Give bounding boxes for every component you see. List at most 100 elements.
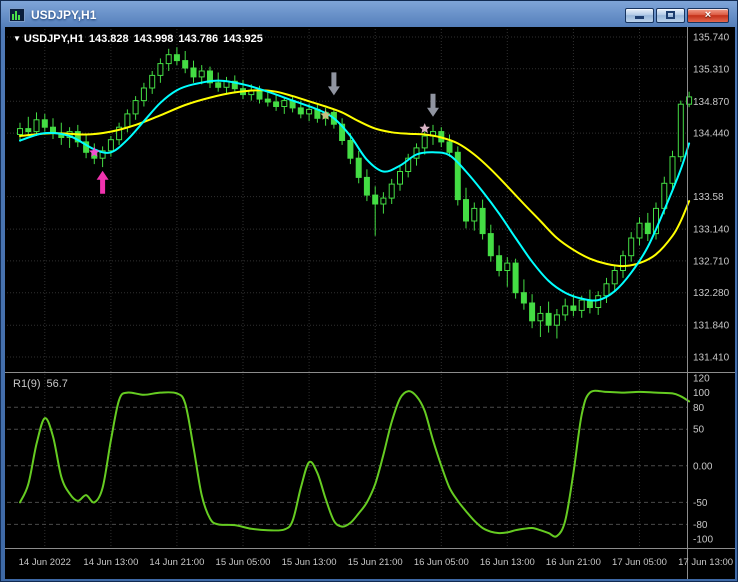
indicator-axis-label: 0.00 <box>693 461 713 472</box>
time-axis-label: 16 Jun 13:00 <box>480 557 535 568</box>
candle-body <box>570 305 577 311</box>
time-axis-label: 17 Jun 05:00 <box>612 557 667 568</box>
candle-body <box>578 299 585 311</box>
price-axis-label: 131.410 <box>693 353 730 364</box>
time-axis-label: 16 Jun 21:00 <box>546 557 601 568</box>
time-axis[interactable]: 14 Jun 2022 14 Jun 13:00 14 Jun 21:00 15 Ju… <box>19 557 733 568</box>
candle-body <box>421 135 428 149</box>
candle-body <box>669 156 676 184</box>
price-axis-label: 133.58 <box>693 192 724 203</box>
main-chart-pane[interactable] <box>5 27 687 372</box>
candle-body <box>496 255 503 271</box>
time-axis-label: 15 Jun 21:00 <box>348 557 403 568</box>
price-axis-label: 132.280 <box>693 288 730 299</box>
candle-body <box>190 67 197 78</box>
candle-body <box>446 141 453 153</box>
candle-body <box>132 100 139 115</box>
indicator-axis-label: 100 <box>693 388 710 399</box>
candle-body <box>182 60 189 69</box>
minimize-button[interactable] <box>625 7 654 23</box>
maximize-button[interactable] <box>656 7 685 23</box>
candle-body <box>380 197 387 205</box>
titlebar[interactable]: USDJPY,H1 × <box>5 4 733 26</box>
candle-body <box>215 82 222 88</box>
candle-body <box>553 314 560 326</box>
indicator-axis-label: -100 <box>693 535 713 546</box>
candle-body <box>33 119 40 133</box>
ohlc-high: 143.998 <box>133 33 174 45</box>
candle-body <box>140 87 147 102</box>
candle-body <box>644 222 651 235</box>
price-axis-label: 131.840 <box>693 321 730 332</box>
price-axis-label: 134.870 <box>693 97 730 108</box>
time-axis-label: 14 Jun 2022 <box>19 557 71 568</box>
window-title: USDJPY,H1 <box>31 8 97 22</box>
chart-client-area[interactable]: 135.740 135.310 134.870 134.440 133.58 133.14… <box>5 27 735 579</box>
minimize-icon <box>635 15 644 19</box>
candle-body <box>545 312 552 326</box>
time-axis-label: 14 Jun 13:00 <box>83 557 138 568</box>
mt4-window: USDJPY,H1 × 135.740 135.310 134.870 134.440… <box>0 0 738 582</box>
candle-body <box>157 63 164 76</box>
candle-body <box>388 183 395 199</box>
candle-body <box>256 89 263 100</box>
candle-body <box>628 237 635 257</box>
indicator-axis-label: -80 <box>693 520 708 531</box>
candle-body <box>677 103 684 158</box>
candle-body <box>41 119 48 128</box>
candle-body <box>397 171 403 185</box>
candle-body <box>297 107 304 115</box>
chart-symbol-period: USDJPY,H1 <box>23 33 84 45</box>
candle-body <box>562 305 569 316</box>
close-button[interactable]: × <box>687 7 729 23</box>
price-axis-label: 135.740 <box>693 33 730 44</box>
close-icon: × <box>704 9 712 21</box>
window-controls: × <box>623 7 729 23</box>
candle-body <box>471 207 478 222</box>
price-axis-label: 135.310 <box>693 64 730 75</box>
time-axis-label: 15 Jun 13:00 <box>282 557 337 568</box>
candle-body <box>504 262 511 272</box>
candle-body <box>512 262 519 294</box>
time-axis-label: 14 Jun 21:00 <box>149 557 204 568</box>
indicator-axis-label: -50 <box>693 498 708 509</box>
ohlc-close: 143.925 <box>223 33 263 45</box>
indicator-axis-label: 50 <box>693 425 705 436</box>
candle-body <box>173 54 180 62</box>
chart-header: ▼ USDJPY,H1 143.828 143.998 143.786 143.925 <box>13 33 268 45</box>
candle-body <box>537 312 544 322</box>
chart-canvas[interactable]: 135.740 135.310 134.870 134.440 133.58 133.14… <box>5 27 735 579</box>
candle-body <box>372 194 379 205</box>
candle-body <box>124 113 131 128</box>
symbol-dropdown-icon[interactable]: ▼ <box>13 34 21 43</box>
candle-body <box>620 255 626 271</box>
candle-body <box>487 233 494 257</box>
candle-body <box>636 222 643 239</box>
indicator-axis-label: 80 <box>693 403 705 414</box>
candle-body <box>198 70 205 78</box>
candle-body <box>363 176 370 196</box>
candle-body <box>595 295 602 309</box>
indicator-label: R1(9) 56.7 <box>13 378 74 390</box>
time-axis-label: 17 Jun 13:00 <box>678 557 733 568</box>
price-axis-label: 134.440 <box>693 129 730 140</box>
price-axis-label: 133.140 <box>693 225 730 236</box>
candle-body <box>479 207 486 235</box>
candle-body <box>611 270 618 285</box>
price-axis-label: 132.710 <box>693 256 730 267</box>
indicator-value: 56.7 <box>46 378 68 390</box>
candle-body <box>149 74 156 89</box>
ohlc-low: 143.786 <box>178 33 219 45</box>
candle-body <box>355 157 362 178</box>
candle-body <box>264 98 271 103</box>
candle-body <box>107 139 114 152</box>
ohlc-open: 143.828 <box>88 33 129 45</box>
candle-body <box>17 128 23 135</box>
candle-body <box>165 54 172 65</box>
time-axis-label: 15 Jun 05:00 <box>216 557 271 568</box>
indicator-name: R1(9) <box>13 378 41 390</box>
candle-body <box>306 108 313 115</box>
candle-body <box>281 100 288 107</box>
candle-body <box>25 128 32 133</box>
candle-body <box>520 292 527 304</box>
